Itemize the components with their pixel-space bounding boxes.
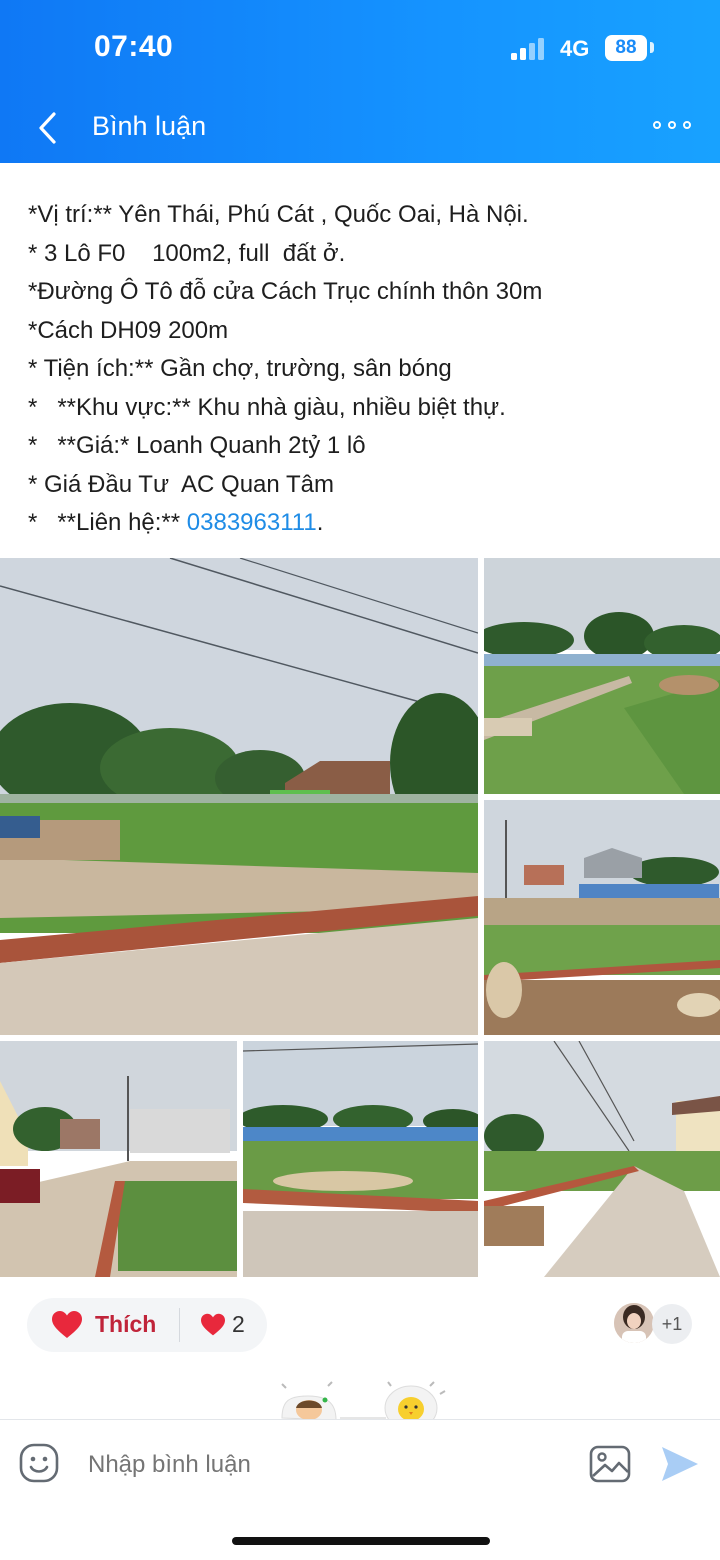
avatar[interactable] bbox=[614, 1303, 654, 1343]
home-indicator[interactable] bbox=[232, 1537, 490, 1545]
image-icon bbox=[589, 1445, 631, 1483]
contact-line: * **Liên hệ:** 0383963111. bbox=[28, 504, 708, 543]
back-button[interactable] bbox=[28, 108, 68, 148]
more-button[interactable] bbox=[650, 112, 694, 138]
photo-5[interactable] bbox=[243, 1041, 478, 1277]
others-badge[interactable]: +1 bbox=[652, 1304, 692, 1344]
battery-tip bbox=[650, 42, 654, 53]
network-type: 4G bbox=[560, 36, 590, 61]
photo-4[interactable] bbox=[0, 1041, 237, 1277]
post-line: * Tiện ích:** Gần chợ, trường, sân bóng bbox=[28, 355, 452, 382]
back-icon bbox=[39, 112, 56, 144]
sticker-suggestions[interactable] bbox=[270, 1378, 450, 1431]
post-content: *Vị trí:** Yên Thái, Phú Cát , Quốc Oai,… bbox=[28, 196, 708, 543]
emoji-icon bbox=[19, 1443, 59, 1483]
heart-icon bbox=[52, 1311, 82, 1338]
pill-divider bbox=[179, 1308, 180, 1342]
emoji-button[interactable] bbox=[18, 1442, 60, 1484]
contact-prefix: * **Liên hệ:** bbox=[28, 509, 187, 536]
phone-link[interactable]: 0383963111 bbox=[187, 509, 317, 536]
page-title: Bình luận bbox=[92, 111, 207, 141]
image-button[interactable] bbox=[588, 1444, 632, 1484]
battery-icon: 88 bbox=[605, 35, 647, 61]
post-line: * 3 Lô F0 100m2, full đất ở. bbox=[28, 239, 346, 267]
post-line: * Giá Đầu Tư AC Quan Tâm bbox=[28, 470, 334, 498]
like-button[interactable]: Thích 2 bbox=[27, 1298, 267, 1352]
app-header: 07:40 4G 88 Bình luận bbox=[0, 0, 720, 163]
photo-6[interactable] bbox=[484, 1041, 720, 1277]
divider bbox=[0, 1419, 720, 1420]
sticker-chick-icon bbox=[384, 1381, 446, 1431]
like-label: Thích bbox=[95, 1311, 157, 1337]
post-line: *Vị trí:** Yên Thái, Phú Cát , Quốc Oai,… bbox=[28, 201, 529, 228]
photo-2[interactable] bbox=[484, 558, 720, 794]
photo-3[interactable] bbox=[484, 800, 720, 1035]
send-button[interactable] bbox=[660, 1444, 700, 1484]
status-time: 07:40 bbox=[94, 30, 174, 63]
post-line: *Đường Ô Tô đỗ cửa Cách Trục chính thôn … bbox=[28, 278, 543, 305]
comment-input[interactable] bbox=[88, 1448, 548, 1482]
reaction-count[interactable]: 2 bbox=[232, 1311, 245, 1338]
sticker-face-icon bbox=[281, 1381, 337, 1421]
post-line: *Cách DH09 200m bbox=[28, 316, 229, 344]
heart-icon bbox=[201, 1313, 225, 1336]
post-line: * **Giá:* Loanh Quanh 2tỷ 1 lô bbox=[28, 432, 366, 459]
post-line: * **Khu vực:** Khu nhà giàu, nhiều biệt … bbox=[28, 393, 506, 421]
photo-1[interactable] bbox=[0, 558, 478, 1035]
contact-suffix: . bbox=[316, 509, 324, 536]
signal-icon bbox=[511, 36, 549, 60]
send-icon bbox=[662, 1447, 698, 1481]
